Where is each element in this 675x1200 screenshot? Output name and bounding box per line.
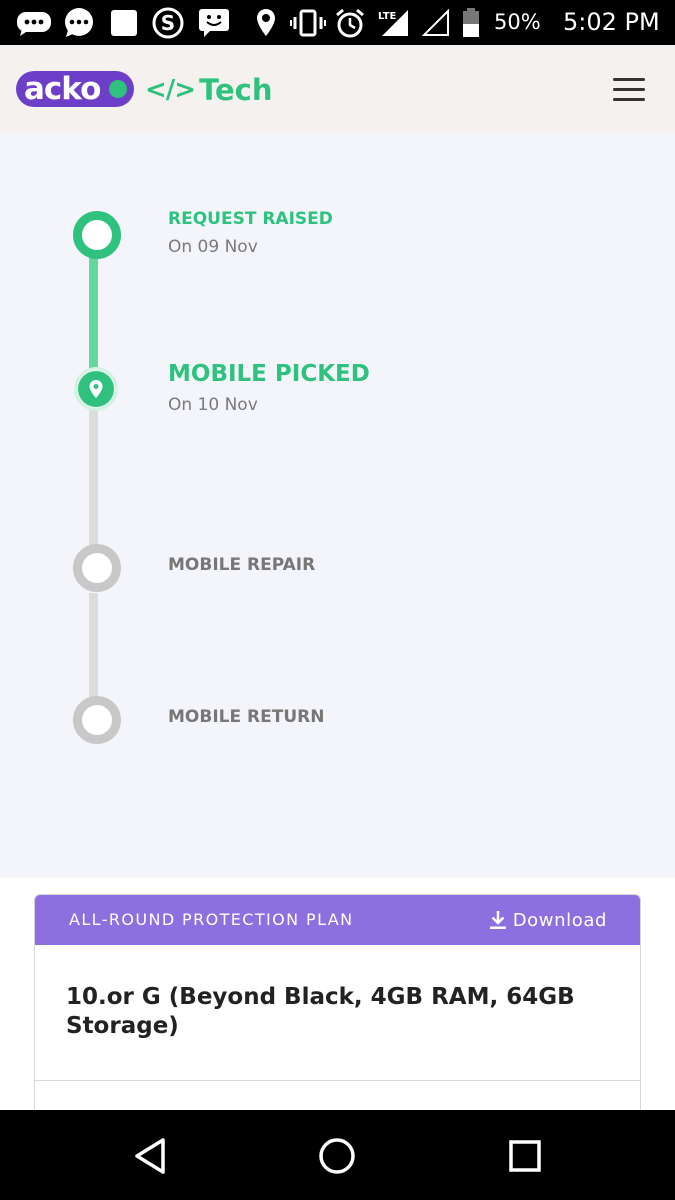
repair-status-timeline: REQUEST RAISED On 09 Nov MOBILE PICKED O… bbox=[0, 133, 675, 878]
step-title: MOBILE RETURN bbox=[168, 707, 325, 727]
plan-card-header: ALL-ROUND PROTECTION PLAN Download bbox=[35, 895, 640, 945]
step-pending-marker bbox=[73, 696, 121, 744]
download-icon bbox=[489, 911, 506, 929]
status-bar: S LTE 50% 5:02 PM bbox=[0, 0, 675, 45]
hamburger-menu-icon[interactable] bbox=[610, 77, 648, 103]
download-button[interactable]: Download bbox=[489, 895, 607, 945]
step-title: REQUEST RAISED bbox=[168, 209, 333, 229]
message-icon bbox=[62, 8, 96, 38]
timeline-line-completed bbox=[89, 258, 98, 368]
timeline-line-pending bbox=[89, 408, 98, 558]
download-label: Download bbox=[512, 909, 607, 931]
location-pin-icon bbox=[89, 380, 103, 398]
recent-apps-icon[interactable] bbox=[503, 1134, 547, 1178]
battery-percent: 50% bbox=[494, 10, 541, 34]
step-date: On 10 Nov bbox=[168, 395, 258, 415]
svg-text:LTE: LTE bbox=[378, 11, 397, 22]
card-divider bbox=[35, 1080, 640, 1081]
emoji-message-icon bbox=[198, 8, 230, 38]
product-name: 10.or G (Beyond Black, 4GB RAM, 64GB Sto… bbox=[66, 984, 575, 1039]
tech-label: Tech bbox=[199, 73, 273, 107]
step-current-marker bbox=[74, 367, 118, 411]
plan-name: ALL-ROUND PROTECTION PLAN bbox=[69, 910, 354, 929]
svg-text:S: S bbox=[161, 11, 175, 35]
lte-signal-icon: LTE bbox=[376, 8, 410, 38]
step-title: MOBILE REPAIR bbox=[168, 555, 316, 575]
back-icon[interactable] bbox=[128, 1134, 172, 1178]
plan-card: ALL-ROUND PROTECTION PLAN Download 10.or… bbox=[34, 894, 641, 1124]
image-icon bbox=[109, 8, 139, 38]
location-icon bbox=[254, 8, 278, 38]
step-date: On 09 Nov bbox=[168, 237, 258, 257]
step-done-marker bbox=[73, 211, 121, 259]
acko-logo[interactable]: acko bbox=[14, 69, 136, 109]
step-title-current: MOBILE PICKED bbox=[168, 361, 370, 387]
home-icon[interactable] bbox=[315, 1134, 359, 1178]
battery-icon bbox=[460, 8, 482, 38]
system-nav-bar bbox=[0, 1110, 675, 1200]
timeline-line-pending bbox=[89, 593, 98, 703]
chat-bubble-icon bbox=[16, 8, 52, 38]
app-header: acko </> Tech bbox=[0, 45, 675, 133]
signal-icon bbox=[420, 8, 450, 38]
clock: 5:02 PM bbox=[563, 8, 660, 36]
step-pending-marker bbox=[73, 544, 121, 592]
code-icon: </> bbox=[145, 75, 196, 105]
plan-section: ALL-ROUND PROTECTION PLAN Download 10.or… bbox=[0, 878, 675, 1124]
vibrate-icon bbox=[290, 8, 326, 38]
tech-section-label: </> Tech bbox=[145, 73, 273, 107]
svg-text:acko: acko bbox=[24, 71, 100, 107]
skype-icon: S bbox=[152, 7, 184, 39]
alarm-icon bbox=[334, 8, 366, 38]
